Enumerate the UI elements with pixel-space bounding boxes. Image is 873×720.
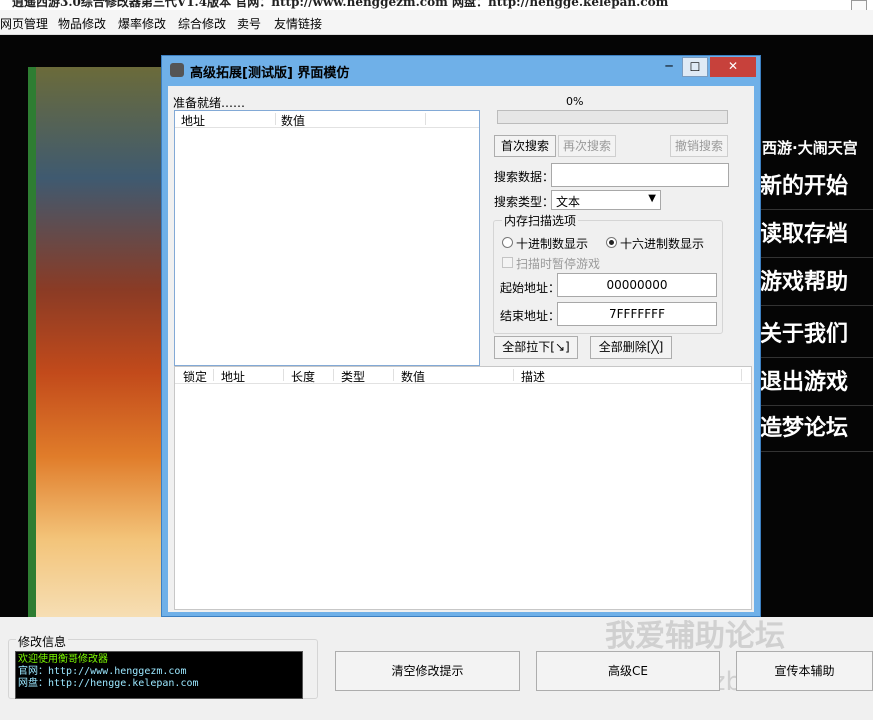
column-lock[interactable]: 锁定 bbox=[183, 368, 207, 385]
close-button[interactable]: ✕ bbox=[710, 57, 756, 77]
dialog-title-bar[interactable]: 高级拓展[测试版] 界面模仿 ─ ☐ ✕ bbox=[162, 56, 760, 84]
radio-hex-label[interactable]: 十六进制数显示 bbox=[620, 235, 704, 252]
radio-decimal-label[interactable]: 十进制数显示 bbox=[516, 235, 588, 252]
search-data-input[interactable] bbox=[551, 163, 729, 187]
pause-game-label: 扫描时暂停游戏 bbox=[516, 257, 601, 271]
pause-game-checkbox[interactable] bbox=[502, 257, 513, 268]
chevron-down-icon: ▼ bbox=[648, 193, 656, 204]
console-line: 官网：http://www.henggezm.com bbox=[18, 666, 187, 677]
menu-new-game[interactable]: 新的开始 bbox=[760, 165, 873, 210]
search-type-label: 搜索类型： bbox=[494, 195, 555, 209]
console-line: 网盘：http://hengge.kelepan.com bbox=[18, 678, 199, 689]
menu-about[interactable]: 关于我们 bbox=[760, 313, 873, 358]
results-list[interactable]: 地址 数值 bbox=[174, 110, 480, 366]
advanced-ce-button[interactable]: 高级CE bbox=[536, 651, 720, 691]
column-length[interactable]: 长度 bbox=[291, 368, 315, 385]
promote-button[interactable]: 宣传本辅助 bbox=[736, 651, 873, 691]
menu-drop-rate[interactable]: 爆率修改 bbox=[118, 15, 166, 32]
column-description[interactable]: 描述 bbox=[521, 368, 545, 385]
clear-tips-button[interactable]: 清空修改提示 bbox=[335, 651, 520, 691]
search-type-select[interactable]: 文本 ▼ bbox=[551, 190, 661, 210]
first-search-button[interactable]: 首次搜索 bbox=[494, 135, 556, 157]
pull-all-button[interactable]: 全部拉下[↘] bbox=[494, 336, 578, 359]
radio-hex[interactable] bbox=[606, 237, 617, 248]
modify-info-title: 修改信息 bbox=[16, 633, 69, 650]
start-address-label: 起始地址： bbox=[500, 281, 561, 295]
game-artwork bbox=[28, 67, 164, 617]
watermark-forum: 我爱辅助论坛 bbox=[605, 619, 785, 654]
menu-bar: 网页管理 物品修改 爆率修改 综合修改 卖号 友情链接 bbox=[0, 10, 873, 35]
search-data-label: 搜索数据： bbox=[494, 170, 555, 184]
locked-list-header: 锁定 地址 长度 类型 数值 描述 bbox=[175, 367, 751, 384]
scan-options-group: 内存扫描选项 十进制数显示 十六进制数显示 扫描时暂停游戏 起始地址： 0000… bbox=[493, 212, 723, 334]
results-list-header: 地址 数值 bbox=[175, 111, 479, 128]
column-type[interactable]: 类型 bbox=[341, 368, 365, 385]
progress-bar bbox=[497, 110, 728, 124]
start-address-input[interactable]: 00000000 bbox=[557, 273, 717, 297]
menu-links[interactable]: 友情链接 bbox=[274, 15, 322, 32]
column-address[interactable]: 地址 bbox=[221, 368, 245, 385]
menu-exit[interactable]: 退出游戏 bbox=[760, 361, 873, 406]
end-address-input[interactable]: 7FFFFFFF bbox=[557, 302, 717, 326]
locked-list[interactable]: 锁定 地址 长度 类型 数值 描述 bbox=[174, 366, 752, 610]
column-address[interactable]: 地址 bbox=[181, 112, 205, 129]
maximize-button[interactable]: ☐ bbox=[682, 57, 708, 77]
outer-title-bar: 逍遥西游3.0综合修改器第三代V1.4版本 官网：http://www.heng… bbox=[0, 0, 873, 10]
column-value[interactable]: 数值 bbox=[281, 112, 305, 129]
outer-close-button[interactable] bbox=[851, 0, 867, 10]
progress-text: 0% bbox=[566, 95, 584, 108]
window-title: 逍遥西游3.0综合修改器第三代V1.4版本 官网：http://www.heng… bbox=[12, 0, 669, 9]
cancel-search-button[interactable]: 撤销搜索 bbox=[670, 135, 728, 157]
radio-decimal[interactable] bbox=[502, 237, 513, 248]
menu-forum[interactable]: 造梦论坛 bbox=[760, 407, 873, 452]
game-slogan: 西游·大闹天宫 bbox=[762, 139, 858, 157]
dialog-client: 准备就绪…… 地址 数值 0% 首次搜索 再次搜索 撤销搜索 搜索数据： 搜索类… bbox=[168, 86, 754, 612]
menu-load-save[interactable]: 读取存档 bbox=[760, 213, 873, 258]
scan-options-title: 内存扫描选项 bbox=[502, 212, 579, 229]
research-button[interactable]: 再次搜索 bbox=[558, 135, 616, 157]
app-icon bbox=[170, 63, 184, 77]
modify-info-console: 欢迎使用衡哥修改器 官网：http://www.henggezm.com 网盘：… bbox=[15, 651, 303, 699]
end-address-label: 结束地址： bbox=[500, 309, 561, 323]
menu-general[interactable]: 综合修改 bbox=[178, 15, 226, 32]
menu-help[interactable]: 游戏帮助 bbox=[760, 261, 873, 306]
console-line: 欢迎使用衡哥修改器 bbox=[18, 654, 108, 665]
column-value[interactable]: 数值 bbox=[401, 368, 425, 385]
status-text: 准备就绪…… bbox=[173, 96, 246, 110]
menu-web-manage[interactable]: 网页管理 bbox=[0, 15, 48, 32]
dialog-title: 高级拓展[测试版] 界面模仿 bbox=[190, 66, 350, 81]
menu-sell-account[interactable]: 卖号 bbox=[237, 15, 261, 32]
search-type-value: 文本 bbox=[556, 195, 581, 209]
minimize-button[interactable]: ─ bbox=[656, 57, 682, 77]
bottom-panel: 我爱辅助论坛 www.52fzba.com 修改信息 欢迎使用衡哥修改器 官网：… bbox=[0, 617, 873, 720]
menu-item-modify[interactable]: 物品修改 bbox=[58, 15, 106, 32]
delete-all-button[interactable]: 全部删除[╳] bbox=[590, 336, 672, 359]
advanced-extension-dialog: 高级拓展[测试版] 界面模仿 ─ ☐ ✕ 准备就绪…… 地址 数值 0% 首次搜… bbox=[161, 55, 761, 617]
